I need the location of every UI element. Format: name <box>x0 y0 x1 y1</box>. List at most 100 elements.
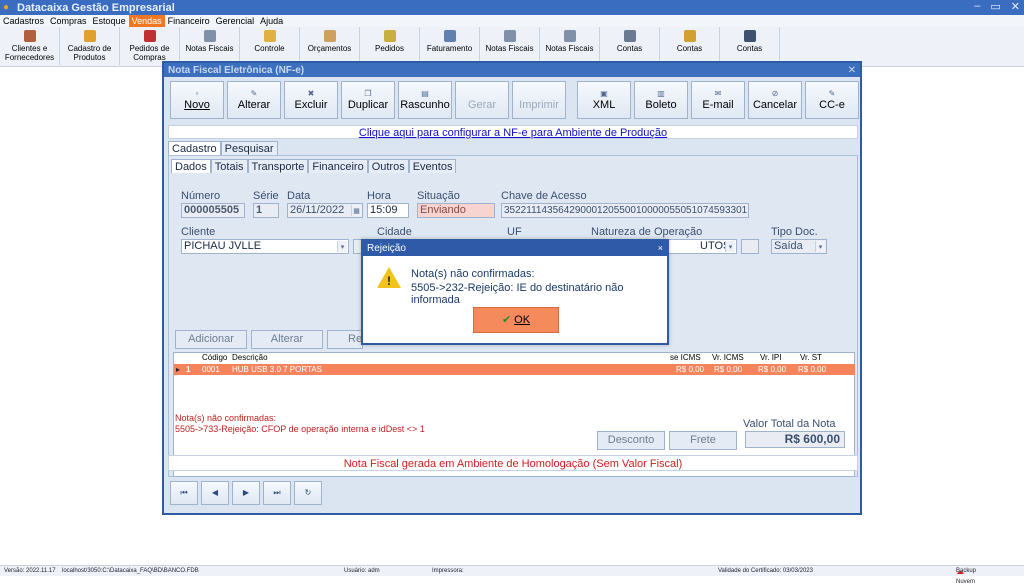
tab-cadastro[interactable]: Cadastro <box>168 141 221 155</box>
quote-icon <box>323 30 336 42</box>
col-vr-st: Vr. ST <box>800 353 822 362</box>
nfe-window-title: Nota Fiscal Eletrônica (NF-e) <box>168 64 305 76</box>
nfe-toolbar: ▫ Novo ✎ Alterar ✖ Excluir ❐ Duplicar ▤ Rascu… <box>170 81 859 119</box>
tab-eventos[interactable]: Eventos <box>408 159 457 173</box>
calendar-icon[interactable]: ▦ <box>351 205 361 216</box>
ribbon-contas-pagar-button[interactable]: Contas <box>600 27 660 65</box>
status-certificate: Validade do Certificado: 03/03/2023 <box>718 568 813 574</box>
sub-tabs: Dados Totais Transporte Financeiro Outro… <box>171 159 457 173</box>
xml-button[interactable]: ▣ XML <box>577 81 631 119</box>
ok-button[interactable]: ✔ OK <box>473 307 559 333</box>
serie-field[interactable]: 1 <box>253 203 279 218</box>
hora-field[interactable]: 15:09 <box>367 203 409 218</box>
barcode-icon: ▥ <box>657 89 665 98</box>
duplicar-button[interactable]: ❐ Duplicar <box>341 81 395 119</box>
menu-estoque[interactable]: Estoque <box>90 15 129 27</box>
desconto-button[interactable]: Desconto <box>597 431 665 450</box>
status-database: localhost/3050:C:\Datacaixa_FAQ\BD\BANCO… <box>62 568 199 574</box>
ribbon-produtos-button[interactable]: Cadastro de Produtos <box>60 27 120 65</box>
nfe-window-close-button[interactable]: ✕ <box>848 65 856 76</box>
ribbon-orcamentos-button[interactable]: Orçamentos <box>300 27 360 65</box>
first-record-button[interactable]: ⏮ <box>170 481 198 505</box>
tab-dados[interactable]: Dados <box>171 159 211 173</box>
table-row[interactable]: ▸ 1 0001 HUB USB 3.0 7 PORTAS R$ 0,00 R$… <box>174 364 855 375</box>
menu-ajuda[interactable]: Ajuda <box>257 15 286 27</box>
ribbon-controle-button[interactable]: Controle <box>240 27 300 65</box>
last-record-button[interactable]: ⏭ <box>263 481 291 505</box>
menu-cadastros[interactable]: Cadastros <box>0 15 47 27</box>
boleto-button[interactable]: ▥ Boleto <box>634 81 688 119</box>
status-user: Usuário: adm <box>344 568 380 574</box>
refresh-button[interactable]: ↻ <box>294 481 322 505</box>
status-printer: Impressora: <box>432 568 464 574</box>
ribbon-faturamento-button[interactable]: Faturamento <box>420 27 480 65</box>
ribbon-notas-fiscais-entrada-button[interactable]: Notas Fiscais <box>540 27 600 65</box>
cliente-select[interactable]: PICHAU JVLLE ▾ <box>181 239 349 254</box>
close-button[interactable]: ✕ <box>1011 0 1020 13</box>
homologacao-message: Nota Fiscal gerada em Ambiente de Homolo… <box>168 455 858 471</box>
new-icon: ▫ <box>195 89 199 98</box>
wallet-icon <box>623 30 636 42</box>
ribbon-notas-fiscais-saida-button[interactable]: Notas Fiscais <box>480 27 540 65</box>
invoice-icon <box>443 30 456 42</box>
remover-item-button[interactable]: Re <box>327 330 363 349</box>
chave-field[interactable]: 3522111435642900012055001000005505107459… <box>501 203 749 218</box>
window-controls: – ▭ ✕ <box>974 0 1020 13</box>
situacao-field[interactable]: Enviando <box>417 203 495 218</box>
ribbon-contas-button[interactable]: Contas <box>720 27 780 65</box>
col-codigo: Código <box>202 353 228 362</box>
natureza-lookup-button[interactable] <box>741 239 759 254</box>
nfe-window-title-bar: Nota Fiscal Eletrônica (NF-e) ✕ <box>164 63 860 77</box>
menu-gerencial[interactable]: Gerencial <box>213 15 258 27</box>
ribbon-clientes-button[interactable]: Clientes e Fornecedores <box>0 27 60 65</box>
errors-list: 5505->733-Rejeição: CFOP de operação int… <box>175 424 425 434</box>
menu-vendas[interactable]: Vendas <box>128 15 165 27</box>
uf-label: UF <box>507 226 522 238</box>
config-production-link[interactable]: Clique aqui para configurar a NF-e para … <box>168 125 858 139</box>
numero-field[interactable]: 000005505 <box>181 203 245 218</box>
cce-button[interactable]: ✎ CC-e <box>805 81 859 119</box>
folder-icon <box>263 30 276 42</box>
alterar-item-button[interactable]: Alterar <box>251 330 323 349</box>
tipo-doc-select[interactable]: Saída ▾ <box>771 239 827 254</box>
gerar-button[interactable]: Gerar <box>455 81 509 119</box>
tab-totais[interactable]: Totais <box>210 159 248 173</box>
dialog-title-bar: Rejeição × <box>363 241 667 256</box>
data-field[interactable]: 26/11/2022 ▦ <box>287 203 363 218</box>
draft-icon: ▤ <box>421 89 429 98</box>
novo-button[interactable]: ▫ Novo <box>170 81 224 119</box>
imprimir-button[interactable]: Imprimir <box>512 81 566 119</box>
previous-record-button[interactable]: ◀ <box>201 481 229 505</box>
archive-icon <box>743 30 756 42</box>
dialog-close-button[interactable]: × <box>658 241 663 256</box>
save-icon: ▣ <box>600 89 608 98</box>
menu-compras[interactable]: Compras <box>47 15 90 27</box>
chevron-down-icon: ▾ <box>337 241 347 252</box>
situacao-label: Situação <box>417 190 460 202</box>
tab-financeiro[interactable]: Financeiro <box>308 159 368 173</box>
errors-title: Nota(s) não confirmadas: <box>175 413 277 423</box>
ribbon-pedidos-compras-button[interactable]: Pedidos de Compras <box>120 27 180 65</box>
ribbon-pedidos-button[interactable]: Pedidos <box>360 27 420 65</box>
maximize-button[interactable]: ▭ <box>990 0 1000 13</box>
frete-button[interactable]: Frete <box>669 431 737 450</box>
next-record-button[interactable]: ▶ <box>232 481 260 505</box>
alterar-button[interactable]: ✎ Alterar <box>227 81 281 119</box>
box-icon <box>83 30 96 42</box>
minimize-button[interactable]: – <box>974 0 980 13</box>
menu-financeiro[interactable]: Financeiro <box>165 15 213 27</box>
adicionar-item-button[interactable]: Adicionar <box>175 330 247 349</box>
ribbon-notas-fiscais-button[interactable]: Notas Fiscais <box>180 27 240 65</box>
tab-outros[interactable]: Outros <box>367 159 409 173</box>
dialog-message-detail: 5505->232-Rejeição: IE do destinatário n… <box>411 282 624 306</box>
tab-transporte[interactable]: Transporte <box>247 159 309 173</box>
ribbon-contas-receber-button[interactable]: Contas <box>660 27 720 65</box>
tab-pesquisar[interactable]: Pesquisar <box>220 141 278 155</box>
email-button[interactable]: ✉ E-mail <box>691 81 745 119</box>
excluir-button[interactable]: ✖ Excluir <box>284 81 338 119</box>
numero-label: Número <box>181 190 221 202</box>
natureza-label: Natureza de Operação <box>591 226 703 238</box>
rascunho-button[interactable]: ▤ Rascunho <box>398 81 452 119</box>
cancelar-button[interactable]: ⊘ Cancelar <box>748 81 802 119</box>
document-icon <box>503 30 516 42</box>
